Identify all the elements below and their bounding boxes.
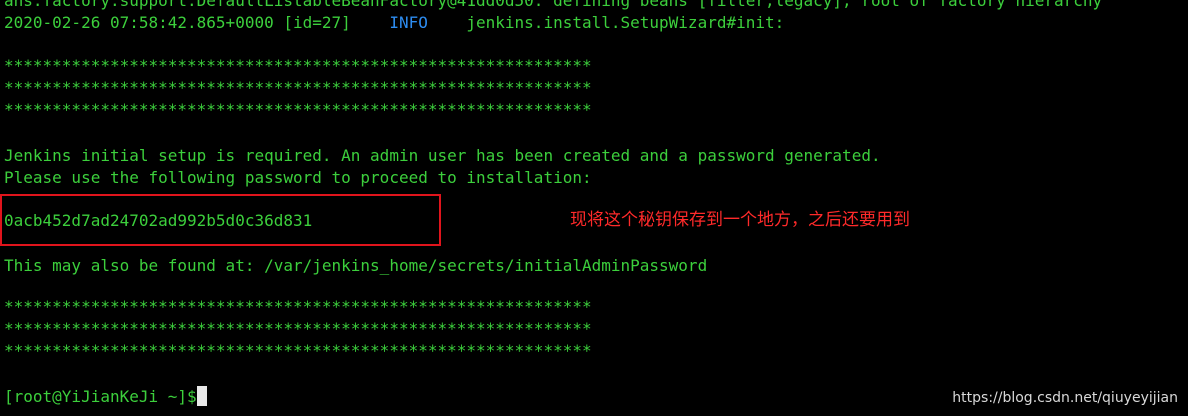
watermark: https://blog.csdn.net/qiuyeyijian [952,390,1178,406]
use-password-message: Please use the following password to pro… [4,168,592,187]
stars-line: ****************************************… [4,100,592,119]
stars-line: ****************************************… [4,56,592,75]
log-level-info: INFO [389,13,428,32]
shell-prompt-line[interactable]: [root@YiJianKeJi ~]$ [4,386,207,408]
log-timestamp: 2020-02-26 07:58:42.865+0000 [id=27] [4,13,390,32]
shell-prompt: [root@YiJianKeJi ~]$ [4,387,197,406]
log-source: jenkins.install.SetupWizard#init: [427,13,785,32]
stars-line: ****************************************… [4,297,592,316]
log-line-bean-factory: ans.factory.support.DefaultListableBeanF… [4,0,1103,10]
password-file-path-message: This may also be found at: /var/jenkins_… [4,256,708,275]
stars-line: ****************************************… [4,319,592,338]
annotation-note: 现将这个秘钥保存到一个地方，之后还要用到 [570,210,910,230]
setup-required-message: Jenkins initial setup is required. An ad… [4,146,881,165]
log-line-setup-wizard: 2020-02-26 07:58:42.865+0000 [id=27] INF… [4,12,784,34]
text-cursor [196,386,207,406]
password-highlight-box [0,194,441,246]
stars-line: ****************************************… [4,78,592,97]
stars-line: ****************************************… [4,341,592,360]
